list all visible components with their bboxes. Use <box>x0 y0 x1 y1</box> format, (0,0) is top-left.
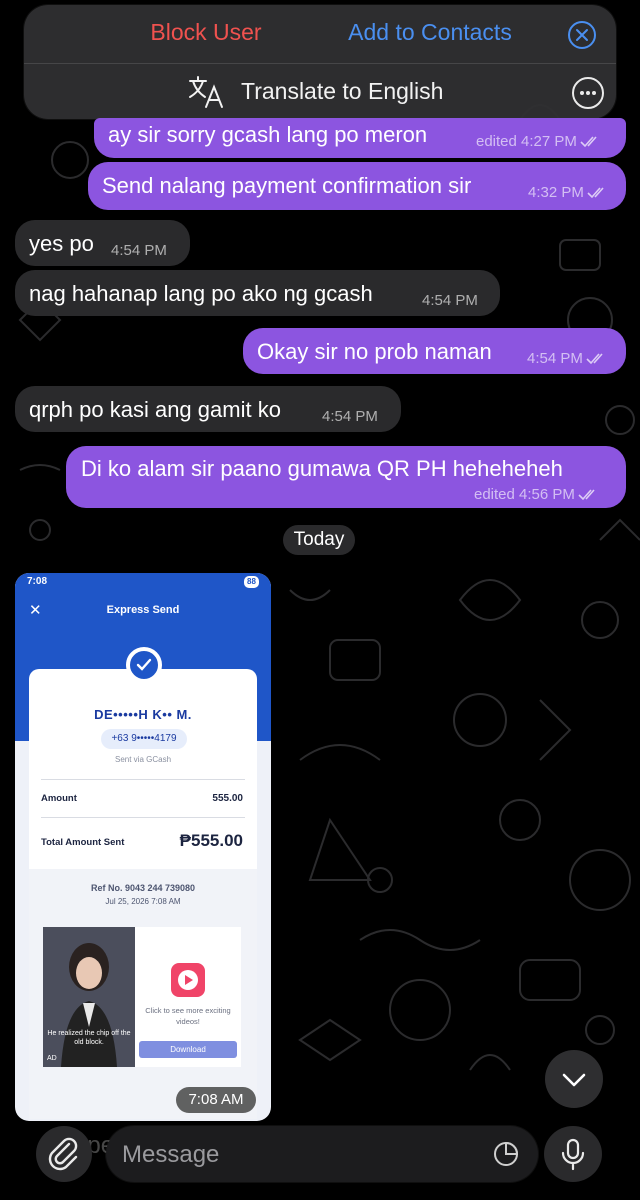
microphone-icon <box>561 1138 585 1171</box>
recipient-phone: +63 9•••••4179 <box>101 729 187 749</box>
chevron-down-icon <box>562 1073 586 1087</box>
amount-label: Amount <box>41 793 77 804</box>
transaction-date: Jul 25, 2026 7:08 AM <box>105 897 181 906</box>
message-bubble-outgoing[interactable]: Send nalang payment confirmation sir 4:3… <box>88 162 626 210</box>
scroll-to-bottom-button[interactable] <box>545 1050 603 1108</box>
read-ticks-icon <box>586 353 603 365</box>
ad-tag: AD <box>47 1055 57 1062</box>
add-to-contacts-button[interactable]: Add to Contacts <box>324 19 536 46</box>
message-meta: 4:54 PM <box>422 292 478 309</box>
sent-via-label: Sent via GCash <box>114 755 172 764</box>
status-time: 7:08 <box>27 576 48 587</box>
message-meta: 4:54 PM <box>322 408 378 425</box>
message-bubble-incoming[interactable]: yes po 4:54 PM <box>15 220 190 266</box>
message-text: qrph po kasi ang gamit ko <box>29 397 281 422</box>
message-text: Send nalang payment confirmation sir <box>102 173 472 198</box>
read-ticks-icon <box>587 187 604 199</box>
chat-action-panel: Block User Add to Contacts Translate to … <box>24 5 616 119</box>
date-divider: Today <box>283 525 355 555</box>
sticker-icon[interactable] <box>492 1140 520 1168</box>
image-timestamp: 7:08 AM <box>176 1087 256 1113</box>
message-bubble-outgoing[interactable]: ay sir sorry gcash lang po meron edited … <box>94 118 626 158</box>
translate-icon <box>189 76 223 108</box>
ad-content: Click to see more exciting videos! Downl… <box>135 927 241 1067</box>
receipt-footer: Ref No. 9043 244 739080 Jul 25, 2026 7:0… <box>29 869 257 1119</box>
ad-text: Click to see more exciting videos! <box>145 1006 231 1026</box>
total-value: ₱555.00 <box>179 831 243 850</box>
ad-caption: He realized the chip off the old block. <box>47 1030 131 1046</box>
message-bubble-incoming[interactable]: qrph po kasi ang gamit ko 4:54 PM <box>15 386 401 432</box>
message-bubble-outgoing[interactable]: Di ko alam sir paano gumawa QR PH hehehe… <box>66 446 626 508</box>
recipient-name: DE•••••H K•• M. <box>94 707 192 722</box>
divider <box>41 779 245 780</box>
ad-photo: He realized the chip off the old block. … <box>43 927 135 1067</box>
message-meta: edited 4:56 PM <box>474 486 598 503</box>
image-message[interactable]: 7:08 88 ✕ Express Send DE•••••H K•• M. +… <box>15 573 271 1121</box>
microphone-button[interactable] <box>544 1126 602 1182</box>
message-text: ay sir sorry gcash lang po meron <box>108 122 428 147</box>
screenshot-title: Express Send <box>106 604 180 616</box>
screenshot-status-bar: 7:08 88 <box>15 573 271 591</box>
read-ticks-icon <box>580 136 597 148</box>
translate-row[interactable]: Translate to English <box>24 63 616 119</box>
attach-button[interactable] <box>36 1126 92 1182</box>
paperclip-icon <box>48 1137 78 1171</box>
ad-banner: He realized the chip off the old block. … <box>43 927 241 1067</box>
message-meta: 4:32 PM <box>528 184 607 201</box>
message-text: Di ko alam sir paano gumawa QR PH hehehe… <box>81 456 563 481</box>
close-icon[interactable] <box>568 21 596 49</box>
message-meta: edited 4:27 PM <box>476 133 600 150</box>
check-icon <box>126 647 162 683</box>
read-ticks-icon <box>578 489 595 501</box>
message-meta: 4:54 PM <box>111 242 167 259</box>
receipt-card: DE•••••H K•• M. +63 9•••••4179 Sent via … <box>29 647 257 1119</box>
block-user-button[interactable]: Block User <box>136 19 276 46</box>
message-bubble-incoming[interactable]: nag hahanap lang po ako ng gcash 4:54 PM <box>15 270 500 316</box>
divider <box>41 817 245 818</box>
amount-value: 555.00 <box>212 793 243 804</box>
more-options-icon[interactable] <box>572 77 604 109</box>
action-row: Block User Add to Contacts <box>24 5 616 64</box>
total-label: Total Amount Sent <box>41 837 125 848</box>
message-placeholder: Message <box>122 1141 220 1168</box>
message-input[interactable]: Message <box>106 1126 538 1182</box>
play-icon <box>171 963 205 997</box>
message-meta: 4:54 PM <box>527 350 606 367</box>
battery-badge: 88 <box>244 576 259 588</box>
message-text: Okay sir no prob naman <box>257 339 492 364</box>
message-text: yes po <box>29 231 94 256</box>
translate-to-english-button[interactable]: Translate to English <box>241 78 443 105</box>
ad-download-button: Download <box>139 1041 237 1058</box>
message-bubble-outgoing[interactable]: Okay sir no prob naman 4:54 PM <box>243 328 626 374</box>
reference-number: Ref No. 9043 244 739080 <box>90 883 196 893</box>
message-text: nag hahanap lang po ako ng gcash <box>29 281 373 306</box>
